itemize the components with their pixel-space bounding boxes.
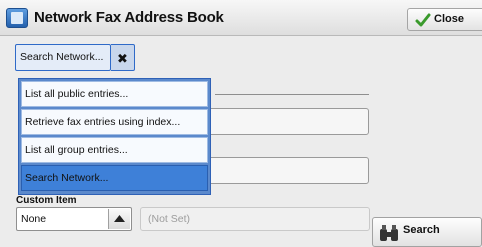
custom-item-value-field[interactable]: (Not Set) xyxy=(140,207,370,231)
dropdown-menu: List all public entries... Retrieve fax … xyxy=(18,78,211,195)
title-bar: Network Fax Address Book Close xyxy=(0,0,482,36)
search-type-dropdown[interactable]: Search Network... xyxy=(15,44,111,71)
menu-item-list-public[interactable]: List all public entries... xyxy=(21,81,208,107)
up-arrow-icon xyxy=(114,215,125,222)
window-title: Network Fax Address Book xyxy=(34,9,224,26)
search-type-value: Search Network... xyxy=(20,51,104,63)
menu-item-retrieve-index[interactable]: Retrieve fax entries using index... xyxy=(21,109,208,135)
address-book-icon xyxy=(6,8,28,28)
menu-item-list-group[interactable]: List all group entries... xyxy=(21,137,208,163)
up-arrow-button[interactable] xyxy=(108,209,130,229)
close-dropdown-button[interactable]: ✖ xyxy=(111,44,135,71)
menu-item-search-network[interactable]: Search Network... xyxy=(21,165,208,191)
custom-item-label: Custom Item xyxy=(16,195,77,206)
name-field[interactable] xyxy=(207,157,369,184)
close-button[interactable]: Close xyxy=(407,8,482,31)
binoculars-icon xyxy=(380,225,398,241)
close-button-label: Close xyxy=(434,13,464,25)
field-divider xyxy=(215,94,369,95)
custom-item-select[interactable]: None xyxy=(16,207,132,231)
custom-item-value: None xyxy=(21,213,47,225)
address-field[interactable] xyxy=(207,108,369,135)
custom-item-value-text: (Not Set) xyxy=(148,213,191,225)
checkmark-icon xyxy=(415,13,431,27)
search-button[interactable]: Search xyxy=(372,217,482,247)
search-button-label: Search xyxy=(403,224,440,236)
